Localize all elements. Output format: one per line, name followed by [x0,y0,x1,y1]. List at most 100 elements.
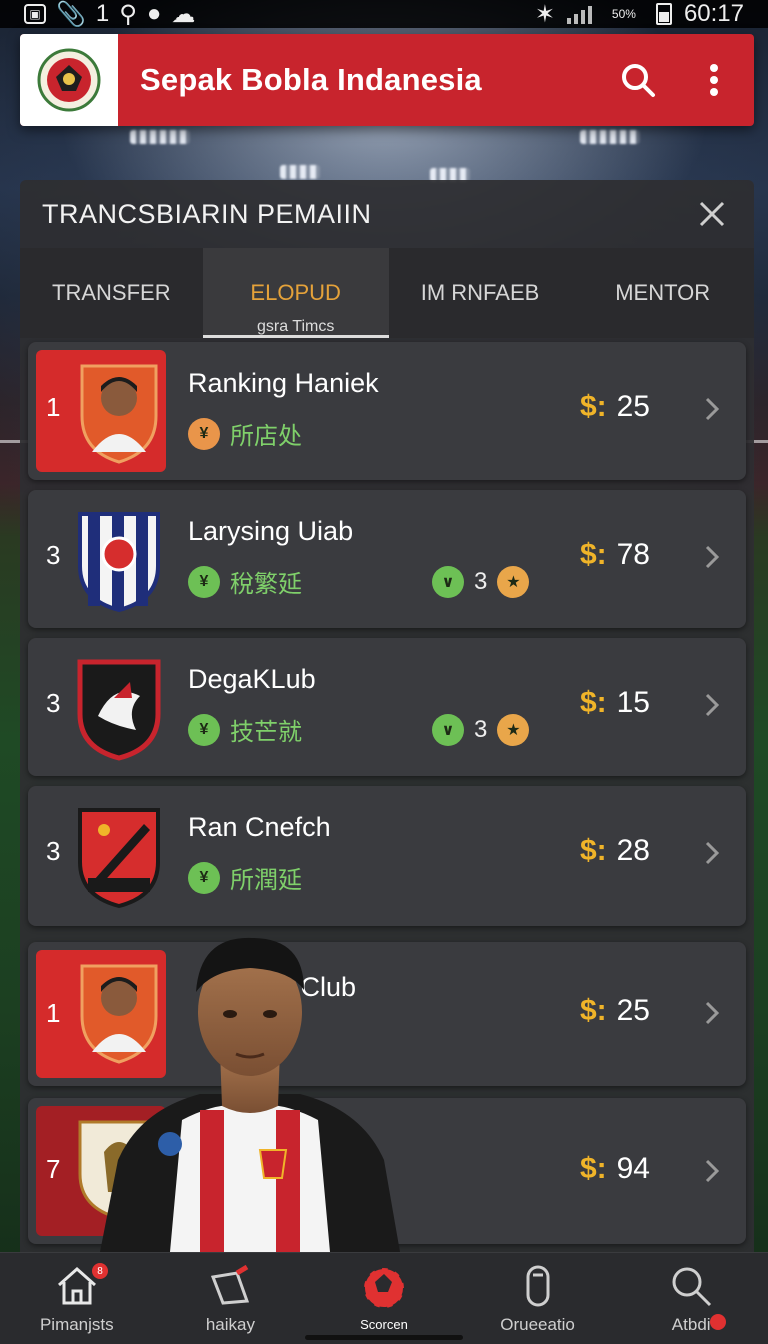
chevron-right-icon [705,397,720,421]
tag-icon: ¥ [188,713,220,746]
item-tag: 技芒就 [230,719,302,746]
device-icon [526,1265,550,1306]
close-icon [699,201,725,227]
item-extra: ∨ 3 ★ [432,565,530,598]
nav-label: Orueeatio [500,1314,575,1334]
tab-label: TRANSFER [52,280,171,305]
stat-icon: ∨ [432,713,464,746]
rank-number: 3 [46,836,61,866]
tab-label: ELOPUD [250,280,341,305]
battery-percent: 50% [611,7,636,21]
extra-count: 3 [474,567,488,595]
alert-dot [710,1314,727,1330]
nav-label: haikay [205,1314,255,1334]
cloud-icon: ☁ [171,0,196,28]
bottom-navigation: 8 Pimanjsts haikay Scorcen Orueeatio Atb… [0,1252,768,1344]
nav-item-home[interactable]: 8 Pimanjsts [0,1253,154,1344]
item-name: Larysing Uiab [188,516,354,546]
item-meta: ¥ 所店处 [188,416,302,451]
item-meta: ¥ 技芒就 ∨ 3 ★ [188,712,530,747]
tab-mentor[interactable]: MENTOR [571,248,754,338]
tab-label: MENTOR [615,280,711,305]
featured-player-photo [100,937,400,1252]
garuda-emblem-icon [37,48,101,112]
chevron-right-icon [705,1001,720,1025]
rank-number: 1 [46,392,61,422]
chevron-right-icon [705,545,720,569]
app-logo[interactable] [20,34,118,126]
coin-icon: $: [579,1152,607,1185]
tab-transfer[interactable]: TRANSFER [20,248,203,338]
tab-sublabel: gsra Timcs [257,318,335,335]
stat-icon: ★ [497,565,530,598]
nav-label: Pimanjsts [39,1314,114,1334]
player-portrait-icon [80,364,158,464]
club-crest-icon [77,659,161,761]
search-icon [672,1267,712,1306]
item-extra: ∨ 3 ★ [432,713,530,746]
tag-icon: ¥ [188,417,220,450]
nav-item-haikay[interactable]: haikay [154,1253,308,1344]
panel-header: TRANCSBIARIN PEMAIIN [20,180,754,248]
extra-count: 3 [474,715,488,743]
item-price: $: 94 [580,1152,650,1186]
nav-item-orueeatio[interactable]: Orueeatio [461,1253,615,1344]
item-name: DegaKLub [188,664,316,694]
app-title: Sepak Bobla Indanesia [140,62,482,97]
list-item[interactable]: 3 Ran Cnefch ¥ 所潤延 $: 28 [28,786,746,926]
list-item[interactable]: 1 Ranking Haniek ¥ 所店处 $: 25 [28,342,746,480]
coin-icon: $: [579,538,607,571]
list-item[interactable]: 3 Larysing Uiab ¥ 稅繁延 ∨ 3 ★ $: 78 [28,490,746,628]
close-button[interactable] [692,194,732,234]
item-meta: ¥ 稅繁延 ∨ 3 ★ [188,564,530,599]
search-icon [622,64,655,97]
club-crest-icon [78,512,160,613]
image-icon: ▣ [24,4,46,24]
more-button[interactable] [690,56,738,104]
notification-count-icon: 1 [95,0,110,27]
rank-number: 3 [46,688,61,718]
price-value: 78 [616,538,650,571]
rank-number: 7 [46,1154,61,1184]
flag-icon [211,1264,250,1305]
nav-item-scorcen[interactable]: Scorcen [307,1253,461,1344]
nav-label: Scorcen [360,1317,408,1332]
item-tag: 所店处 [230,423,302,450]
price-value: 25 [616,390,650,423]
tab-label: IM RNFAEB [420,280,540,305]
ball-icon [362,1267,405,1309]
tag-icon: ¥ [188,861,220,894]
tag-icon: ¥ [188,565,220,598]
circle-status-icon: ● [146,0,162,27]
coin-icon: $: [579,390,607,423]
bluetooth-icon: ✶ [534,0,555,28]
status-time: 60:17 [683,0,744,27]
rank-number: 1 [46,998,61,1028]
home-indicator [305,1335,463,1340]
item-tag: 稅繁延 [230,571,302,598]
stat-icon: ∨ [432,565,464,598]
nav-item-atbdi[interactable]: Atbdi [614,1253,768,1344]
more-vert-icon [710,64,718,96]
nav-label: Atbdi [671,1314,711,1334]
club-crest-icon [78,808,160,909]
coin-icon: $: [579,994,607,1027]
app-header: Sepak Bobla Indanesia [20,34,754,126]
price-value: 25 [616,994,650,1027]
item-price: $: 28 [580,834,650,868]
list-item[interactable]: 3 DegaKLub ¥ 技芒就 ∨ 3 ★ $: 15 [28,638,746,776]
search-status-icon: ⚲ [119,0,137,28]
chevron-right-icon [705,693,720,717]
price-value: 28 [616,834,650,867]
tab-elopud[interactable]: ELOPUD gsra Timcs [202,248,389,338]
item-tag: 所潤延 [230,867,302,894]
signal-icon [566,4,592,24]
item-name: Ran Cnefch [188,812,331,842]
battery-icon [655,3,672,25]
chevron-right-icon [705,841,720,865]
item-price: $: 25 [580,994,650,1028]
clip-icon: 📎 [56,0,86,28]
tab-im-rnfaeb[interactable]: IM RNFAEB [389,248,572,338]
search-button[interactable] [614,56,662,104]
item-name: Ranking Haniek [188,368,379,398]
